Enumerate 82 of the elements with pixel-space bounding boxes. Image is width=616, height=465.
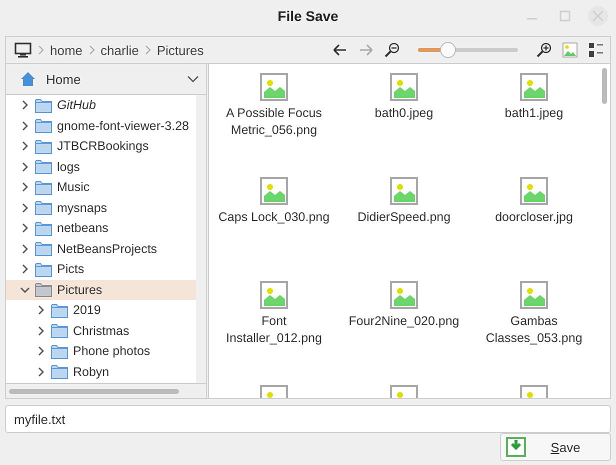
image-file-icon[interactable] <box>390 73 418 101</box>
file-name[interactable]: bath1.jpeg <box>504 105 564 122</box>
tree-item[interactable]: gnome-font-viewer-3.28 <box>6 116 196 136</box>
file-name[interactable]: Caps Lock_030.png <box>218 209 330 226</box>
folder-icon <box>35 220 52 236</box>
tree-item[interactable]: 2019 <box>6 300 196 320</box>
chevron-icon <box>37 44 45 56</box>
expand-icon[interactable] <box>36 346 46 356</box>
scrollbar[interactable] <box>9 388 179 394</box>
expand-icon[interactable] <box>20 100 30 110</box>
folder-icon <box>35 138 52 154</box>
folder-icon <box>35 118 52 134</box>
tree-item[interactable]: NetBeansProjects <box>6 238 196 259</box>
folder-icon <box>35 262 52 277</box>
file-name[interactable]: A Possible Focus Metric_056.png <box>218 105 330 139</box>
image-file-icon[interactable] <box>520 73 548 101</box>
expand-icon[interactable] <box>20 202 30 213</box>
expand-icon[interactable] <box>20 244 30 254</box>
back-icon[interactable] <box>332 43 348 57</box>
file-name[interactable]: Four2Nine_020.png <box>348 313 460 330</box>
zoom-out-icon[interactable] <box>384 42 400 58</box>
folder-icon <box>35 282 52 298</box>
tree-item[interactable]: Christmas <box>6 320 196 341</box>
file-name[interactable]: bath0.jpeg <box>374 105 434 122</box>
home-icon <box>20 71 36 87</box>
zoom-in-icon[interactable] <box>536 42 552 58</box>
filename-field[interactable]: myfile.txt <box>5 405 611 433</box>
folder-icon <box>35 200 52 216</box>
image-file-icon[interactable] <box>260 281 288 309</box>
image-view-icon[interactable] <box>562 42 578 58</box>
folder-icon <box>51 323 68 338</box>
expand-icon[interactable] <box>20 223 30 234</box>
file-name[interactable]: Gambas Classes_053.png <box>478 313 590 347</box>
breadcrumb-item[interactable]: Pictures <box>156 42 204 58</box>
folder-icon <box>35 159 52 174</box>
file-name[interactable]: doorcloser.jpg <box>495 209 573 226</box>
file-name[interactable]: DidierSpeed.png <box>357 209 451 226</box>
tree-item[interactable]: Phone photos <box>6 341 196 362</box>
expand-icon[interactable] <box>36 326 46 336</box>
tree-item[interactable]: Picts <box>6 259 196 280</box>
breadcrumb-item[interactable]: home <box>50 42 83 58</box>
tree-item[interactable]: GitHub <box>6 95 196 116</box>
window-title: File Save <box>278 8 338 24</box>
image-file-icon[interactable] <box>260 177 288 205</box>
save-button[interactable]: Save <box>500 433 611 461</box>
expand-icon[interactable] <box>20 141 30 152</box>
save-icon <box>506 437 526 457</box>
image-file-icon[interactable] <box>390 177 418 205</box>
tree-item[interactable]: netbeans <box>6 218 196 238</box>
chevron-icon <box>88 44 96 56</box>
expand-icon[interactable] <box>20 162 30 172</box>
tree-item[interactable]: Music <box>6 177 196 198</box>
expand-icon[interactable] <box>20 182 30 192</box>
list-view-icon[interactable] <box>588 42 604 58</box>
folder-icon <box>35 241 52 256</box>
chevron-icon <box>144 44 152 56</box>
folder-icon <box>35 98 52 113</box>
expand-icon[interactable] <box>20 264 30 274</box>
caret-icon <box>187 75 199 83</box>
tree-item[interactable]: JTBCRBookings <box>6 136 196 156</box>
dropdown-label: Home <box>46 72 82 86</box>
image-file-icon[interactable] <box>260 73 288 101</box>
expand-icon[interactable] <box>36 366 46 377</box>
tree-item[interactable]: mysnaps <box>6 198 196 218</box>
folder-icon <box>51 364 68 380</box>
expand-icon[interactable] <box>36 305 46 316</box>
image-file-icon[interactable] <box>520 281 548 309</box>
collapse-icon[interactable] <box>20 284 30 295</box>
folder-icon <box>51 344 68 359</box>
image-file-icon[interactable] <box>390 281 418 309</box>
image-file-icon[interactable] <box>520 177 548 205</box>
scrollbar[interactable] <box>602 68 607 104</box>
tree-item[interactable]: logs <box>6 156 196 177</box>
computer-icon[interactable] <box>14 42 32 58</box>
breadcrumb-item[interactable]: charlie <box>100 42 139 58</box>
tree-item[interactable]: Pictures <box>6 280 196 300</box>
expand-icon[interactable] <box>20 120 30 131</box>
folder-icon <box>35 180 52 195</box>
tree-item[interactable]: Robyn <box>6 362 196 382</box>
close-icon[interactable] <box>588 6 608 26</box>
file-name[interactable]: Font Installer_012.png <box>218 313 330 347</box>
folder-icon <box>51 302 68 318</box>
